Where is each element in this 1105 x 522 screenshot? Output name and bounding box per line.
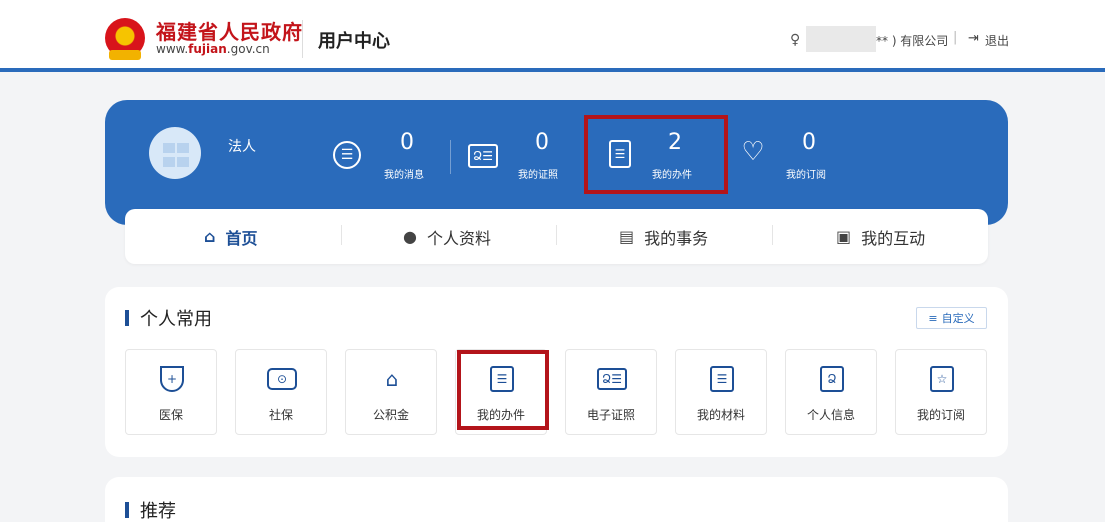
- fund-house-icon: ⌂: [385, 367, 399, 391]
- shortcut-label: 社保: [268, 408, 293, 422]
- site-url-suffix: .gov.cn: [226, 42, 270, 56]
- stat-messages-value[interactable]: 0: [400, 130, 414, 155]
- shortcut-e-license[interactable]: Ձ☰ 电子证照: [565, 349, 657, 435]
- stat-divider: [450, 140, 451, 174]
- personal-info-icon: Ձ: [820, 366, 844, 392]
- shortcut-personal-info[interactable]: Ձ 个人信息: [785, 349, 877, 435]
- shortcut-social-security[interactable]: ⊙ 社保: [235, 349, 327, 435]
- user-center-title: 用户中心: [318, 31, 390, 52]
- shortcut-my-subscriptions[interactable]: ☆ 我的订阅: [895, 349, 987, 435]
- stat-messages-label[interactable]: 我的消息: [384, 166, 424, 181]
- header-divider: [302, 20, 303, 58]
- section-marker: [125, 502, 129, 518]
- shortcut-label: 我的材料: [696, 408, 745, 422]
- heart-icon[interactable]: ♡: [737, 136, 769, 168]
- stat-certificates-value[interactable]: 0: [535, 130, 549, 155]
- tab-personal-profile-label: 个人资料: [426, 228, 491, 248]
- shortcut-label: 我的订阅: [916, 408, 965, 422]
- tab-divider: [772, 225, 773, 245]
- tab-my-affairs-label: 我的事务: [644, 228, 709, 248]
- site-url[interactable]: www.fujian.gov.cn: [156, 42, 270, 56]
- stat-subscriptions-value[interactable]: 0: [802, 130, 816, 155]
- redacted-user-name: [806, 26, 876, 52]
- profile-banner: [105, 100, 1008, 225]
- shortcut-label: 公积金: [372, 408, 409, 422]
- avatar-building-block: [177, 143, 189, 153]
- site-url-prefix: www.: [156, 42, 189, 56]
- logout-button[interactable]: 退出: [985, 32, 1009, 49]
- tab-my-interactions[interactable]: ▣ 我的互动: [836, 209, 925, 264]
- task-icon: ▤: [619, 227, 635, 246]
- tab-my-interactions-label: 我的互动: [861, 228, 926, 248]
- avatar-building-block: [163, 157, 175, 167]
- tab-divider: [556, 225, 557, 245]
- highlight-box-my-cases: [584, 115, 728, 194]
- header-separator: |: [953, 30, 958, 45]
- stat-subscriptions-label[interactable]: 我的订阅: [786, 166, 826, 181]
- recommend-section-title: 推荐: [140, 501, 176, 522]
- recommend-panel: [105, 477, 1008, 522]
- social-security-icon: ⊙: [267, 368, 297, 390]
- site-title[interactable]: 福建省人民政府: [156, 16, 303, 45]
- logout-icon[interactable]: ⇥: [968, 31, 979, 46]
- chat-icon: ▣: [836, 227, 852, 246]
- avatar-building-block: [177, 157, 189, 167]
- customize-button[interactable]: ≡ 自定义: [916, 307, 987, 329]
- top-header: 福建省人民政府 www.fujian.gov.cn 用户中心 ♀ ** ) 有限…: [0, 0, 1105, 72]
- shield-plus-icon: +: [160, 366, 184, 392]
- shortcut-label: 电子证照: [586, 408, 635, 422]
- message-icon[interactable]: ☰: [333, 141, 361, 169]
- tab-home[interactable]: ⌂ 首页: [204, 209, 257, 264]
- avatar-building-block: [163, 143, 175, 153]
- tab-personal-profile[interactable]: ● 个人资料: [403, 209, 491, 264]
- customize-label: 自定义: [941, 312, 975, 325]
- stat-certificates-label[interactable]: 我的证照: [518, 166, 558, 181]
- section-marker: [125, 310, 129, 326]
- tab-divider: [341, 225, 342, 245]
- shortcut-label: 医保: [158, 408, 183, 422]
- user-name[interactable]: ** ) 有限公司: [876, 32, 948, 49]
- person-icon: ●: [403, 227, 417, 246]
- user-icon: ♀: [790, 32, 801, 48]
- star-subscribe-icon: ☆: [930, 366, 954, 392]
- common-section-title: 个人常用: [140, 309, 212, 330]
- certificate-icon[interactable]: Ձ☰: [468, 144, 498, 168]
- account-role: 法人: [228, 139, 256, 155]
- tab-my-affairs[interactable]: ▤ 我的事务: [619, 209, 708, 264]
- home-icon: ⌂: [204, 227, 216, 246]
- highlight-box-my-cases-shortcut: [457, 350, 549, 430]
- materials-icon: ☰: [710, 366, 734, 392]
- shortcut-my-materials[interactable]: ☰ 我的材料: [675, 349, 767, 435]
- tab-home-label: 首页: [225, 228, 258, 248]
- shortcut-medical-insurance[interactable]: + 医保: [125, 349, 217, 435]
- customize-icon: ≡: [928, 311, 938, 325]
- shortcut-label: 个人信息: [806, 408, 855, 422]
- site-url-brand: fujian: [188, 42, 227, 56]
- gov-emblem-base: [109, 50, 141, 60]
- id-card-icon: Ձ☰: [597, 368, 627, 390]
- shortcut-housing-fund[interactable]: ⌂ 公积金: [345, 349, 437, 435]
- avatar: [149, 127, 201, 179]
